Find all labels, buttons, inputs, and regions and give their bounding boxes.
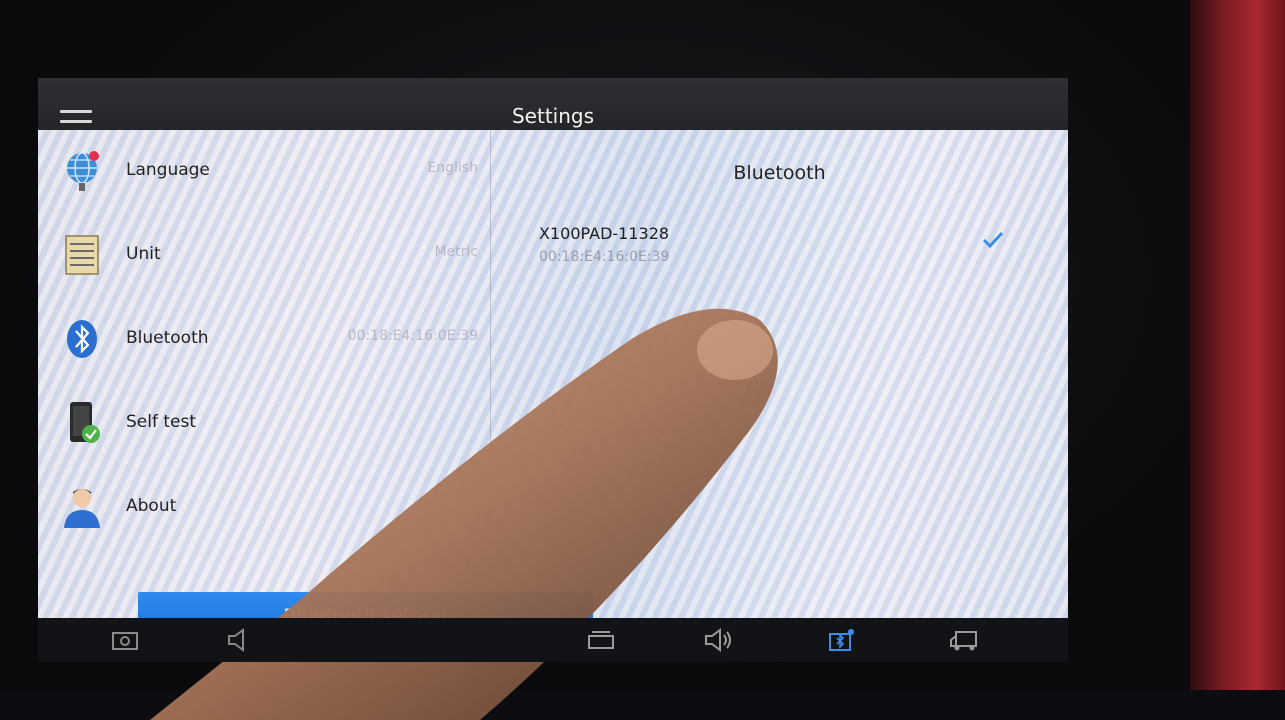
system-nav-bar: [38, 618, 1068, 662]
settings-item-language[interactable]: Language English: [38, 130, 490, 214]
checkmark-icon: [982, 231, 1004, 249]
settings-item-label: Self test: [126, 412, 197, 432]
settings-item-value: 00:18:E4:16:0E:39: [347, 328, 478, 344]
device-name: X100PAD-11328: [539, 224, 670, 243]
bluetooth-panel-title: Bluetooth: [733, 162, 826, 184]
settings-item-label: About: [126, 496, 177, 516]
settings-item-bluetooth[interactable]: Bluetooth 00:18:E4:16:0E:39: [38, 298, 490, 382]
unit-table-icon: [65, 235, 99, 275]
page-title: Settings: [511, 104, 595, 128]
settings-list: Language English Unit Metric Bluetooth 0…: [38, 130, 490, 618]
title-bar: Settings: [38, 78, 1068, 133]
bluetooth-icon: [67, 320, 97, 358]
volume-down-icon[interactable]: [224, 626, 258, 654]
settings-item-value: English: [427, 160, 478, 176]
settings-item-label: Unit: [126, 244, 161, 264]
settings-item-self-test[interactable]: Self test: [38, 382, 490, 466]
settings-item-about[interactable]: About: [38, 466, 490, 550]
bluetooth-setting-button[interactable]: Bluetooth setting: [138, 592, 593, 618]
screenshot-icon[interactable]: [108, 626, 142, 654]
settings-item-unit[interactable]: Unit Metric: [38, 214, 490, 298]
device-case-edge: [1190, 0, 1285, 690]
device-mac: 00:18:E4:16:0E:39: [539, 249, 670, 265]
recent-apps-icon[interactable]: [584, 626, 618, 654]
phone-check-icon: [70, 402, 100, 443]
settings-item-label: Bluetooth: [126, 328, 209, 348]
person-avatar-icon: [64, 489, 100, 528]
tablet-screen: Settings Language English Unit Metric Bl…: [38, 78, 1068, 618]
settings-item-value: Metric: [434, 244, 478, 260]
vci-connect-icon[interactable]: [824, 626, 858, 654]
bluetooth-panel: Bluetooth X100PAD-11328 00:18:E4:16:0E:3…: [491, 130, 1068, 618]
settings-content: Language English Unit Metric Bluetooth 0…: [38, 130, 1068, 618]
settings-item-label: Language: [126, 160, 210, 180]
truck-icon[interactable]: [948, 626, 982, 654]
globe-language-icon: [67, 151, 99, 191]
volume-up-icon[interactable]: [702, 626, 736, 654]
bluetooth-device-item[interactable]: X100PAD-11328 00:18:E4:16:0E:39: [539, 224, 1039, 284]
